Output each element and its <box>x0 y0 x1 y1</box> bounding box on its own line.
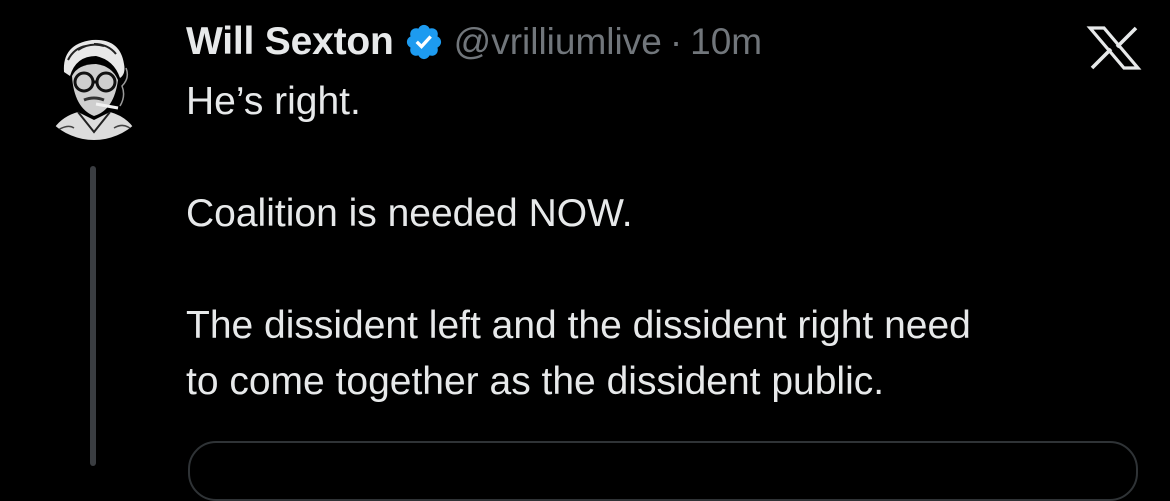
tweet-text-line: Coalition is needed NOW. <box>186 192 633 235</box>
timestamp[interactable]: 10m <box>690 21 762 63</box>
avatar[interactable] <box>34 20 154 140</box>
post-header: Will Sexton @vrilliumlive · 10m <box>186 14 762 70</box>
verified-badge-icon <box>404 22 444 62</box>
tweet: Will Sexton @vrilliumlive · 10m He’s rig… <box>0 0 1170 501</box>
tweet-text: He’s right. Coalition is needed NOW. The… <box>186 74 1146 410</box>
tweet-text-line: to come together as the dissident public… <box>186 360 885 403</box>
tweet-text-line: The dissident left and the dissident rig… <box>186 304 971 347</box>
thread-line <box>90 166 96 466</box>
separator-dot: · <box>669 21 683 62</box>
display-name[interactable]: Will Sexton <box>186 20 394 64</box>
quoted-post-card[interactable] <box>188 441 1138 501</box>
avatar-portrait-icon <box>34 20 154 140</box>
handle[interactable]: @vrilliumlive <box>454 21 662 63</box>
tweet-text-line: He’s right. <box>186 80 361 123</box>
close-button[interactable] <box>1086 26 1142 70</box>
x-close-icon <box>1086 26 1142 70</box>
